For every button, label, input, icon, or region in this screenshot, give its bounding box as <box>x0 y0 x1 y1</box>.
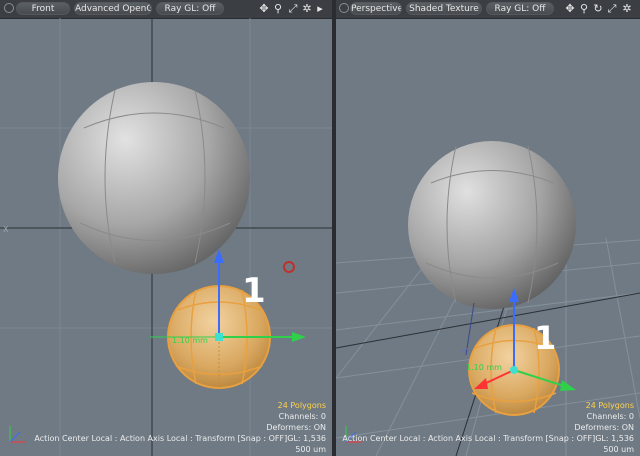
measure-label: 1.10 mm <box>172 336 208 345</box>
scene-stats: 24 Polygons Channels: 0 Deformers: ON Ac… <box>34 400 326 455</box>
viewport-perspective[interactable]: Perspective Shaded Texture Ray GL: Off ✥… <box>336 0 640 456</box>
viewport-toolbar-front: Front Advanced OpenGL Ray GL: Off ✥ ⚲ ⤢ … <box>0 0 332 19</box>
expand-arrow-icon[interactable]: ▸ <box>314 1 326 17</box>
polygon-count: 24 Polygons <box>277 401 326 410</box>
shading-mode-button[interactable]: Advanced OpenGL <box>74 2 152 15</box>
front-viewport-canvas[interactable]: 1.10 mm 1 X <box>0 18 332 456</box>
grid-size-label: 500 um <box>603 445 634 454</box>
polygon-count: 24 Polygons <box>585 401 634 410</box>
zoom-icon[interactable]: ⚲ <box>272 1 284 17</box>
axis-orientation-icon <box>9 426 26 443</box>
deformers-status: Deformers: ON <box>266 423 326 432</box>
shading-mode-button[interactable]: Shaded Texture <box>406 2 482 15</box>
deformers-status: Deformers: ON <box>574 423 634 432</box>
x-axis-arrow-handle[interactable] <box>292 332 306 342</box>
viewport-layout: Front Advanced OpenGL Ray GL: Off ✥ ⚲ ⤢ … <box>0 0 640 456</box>
move-view-icon[interactable]: ✥ <box>258 1 270 17</box>
gizmo-center-handle[interactable] <box>215 333 223 341</box>
move-view-icon[interactable]: ✥ <box>564 1 576 17</box>
settings-icon[interactable]: ✲ <box>621 1 633 17</box>
channels-status: Channels: 0 <box>586 412 634 421</box>
zoom-icon[interactable]: ⚲ <box>578 1 590 17</box>
ray-gl-button[interactable]: Ray GL: Off <box>486 2 554 15</box>
gizmo-center-handle[interactable] <box>510 366 518 374</box>
ray-gl-button[interactable]: Ray GL: Off <box>156 2 224 15</box>
view-type-button[interactable]: Front <box>16 2 70 15</box>
settings-icon[interactable]: ✲ <box>301 1 313 17</box>
rotate-icon[interactable]: ↻ <box>592 1 604 17</box>
number-badge: 1 <box>242 271 266 311</box>
maximize-icon[interactable]: ⤢ <box>287 1 299 17</box>
measure-label: 1.10 mm <box>466 363 502 372</box>
number-badge: 1 <box>534 319 556 357</box>
viewport-front[interactable]: Front Advanced OpenGL Ray GL: Off ✥ ⚲ ⤢ … <box>0 0 332 456</box>
action-center-status: Action Center Local : Action Axis Local … <box>342 434 634 443</box>
action-center-status: Action Center Local : Action Axis Local … <box>34 434 326 443</box>
channels-status: Channels: 0 <box>278 412 326 421</box>
grid-size-label: 500 um <box>295 445 326 454</box>
large-sphere[interactable] <box>408 141 576 309</box>
viewport-toolbar-perspective: Perspective Shaded Texture Ray GL: Off ✥… <box>336 0 640 19</box>
perspective-viewport-canvas[interactable]: 1.10 mm 1 <box>336 18 640 456</box>
rotate-handle[interactable] <box>283 261 295 273</box>
viewport-menu-icon[interactable] <box>339 3 349 13</box>
scene-stats: 24 Polygons Channels: 0 Deformers: ON Ac… <box>342 400 634 455</box>
view-type-button[interactable]: Perspective <box>350 2 402 15</box>
large-sphere[interactable] <box>58 82 250 274</box>
x-axis-arrow-handle[interactable] <box>560 380 576 391</box>
axis-side-label: X <box>3 225 9 234</box>
viewport-menu-icon[interactable] <box>4 3 14 13</box>
maximize-icon[interactable]: ⤢ <box>606 1 618 17</box>
